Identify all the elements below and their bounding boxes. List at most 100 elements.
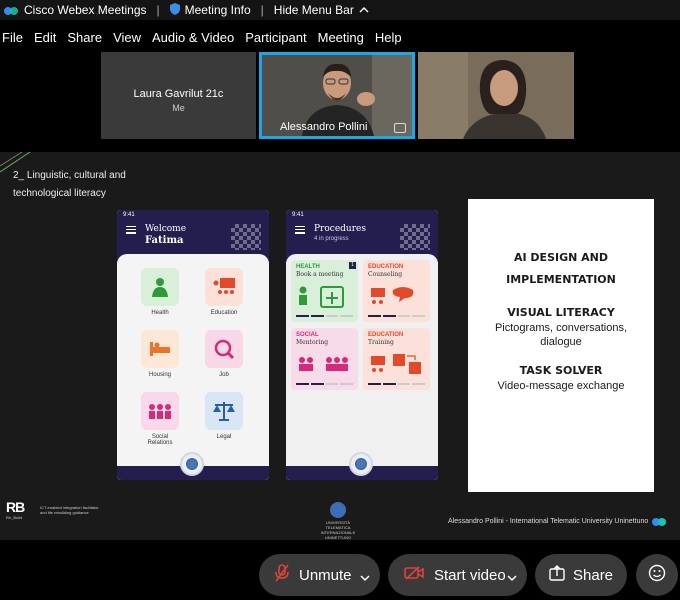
phone-body: Health Education Housing Job Social Rela… (117, 254, 269, 480)
card-progress (368, 315, 425, 317)
webex-logo-icon (4, 5, 18, 15)
procedure-card-counseling: EDUCATION Counseling (363, 260, 430, 322)
panel-heading: TASK SOLVER (519, 364, 603, 377)
chevron-down-icon[interactable] (360, 569, 370, 586)
procedure-card-mentoring: SOCIAL Mentoring (291, 328, 358, 390)
unmute-label: Unmute (299, 566, 352, 584)
category-label: Social Relations (147, 434, 173, 446)
globe-icon (180, 452, 204, 476)
phone-time: 9:41 (292, 212, 304, 218)
microphone-muted-icon (275, 564, 289, 586)
participant-name: Alessandro Pollini (280, 121, 368, 133)
menu-help[interactable]: Help (375, 30, 402, 45)
university-name: UNIVERSITÀ TELEMATICA INTERNAZIONALE UNI… (320, 520, 356, 540)
phone-greeting: Welcome (145, 224, 187, 234)
card-tag: SOCIAL (296, 332, 319, 338)
reactions-button[interactable] (636, 554, 678, 596)
menu-audio-video[interactable]: Audio & Video (152, 30, 234, 45)
header-pattern (231, 224, 261, 250)
card-tag: EDUCATION (368, 332, 404, 338)
logo-text: Re_Build (6, 515, 23, 520)
meeting-info-button[interactable]: Meeting Info (169, 2, 251, 18)
menu-view[interactable]: View (113, 30, 141, 45)
shared-slide: 2_ Linguistic, cultural and technologica… (0, 152, 680, 540)
share-button[interactable]: Share (535, 554, 627, 596)
calendar-icon (297, 284, 347, 311)
uninettuno-mini-logo-icon (652, 514, 666, 526)
header-pattern (400, 224, 430, 250)
card-title: Mentoring (296, 339, 329, 346)
procedure-card-training: EDUCATION Training (363, 328, 430, 390)
hamburger-icon (126, 226, 136, 236)
university-seal-icon (330, 502, 346, 518)
people-icon (141, 392, 179, 430)
chevron-down-icon[interactable] (507, 569, 517, 586)
slide-credit: Alessandro Pollini - International Telem… (448, 518, 649, 525)
category-job: Job (199, 330, 249, 378)
slide-info-panel: AI DESIGN AND IMPLEMENTATION VISUAL LITE… (468, 199, 654, 492)
participant-tile-alessandro[interactable]: Alessandro Pollini (259, 52, 415, 139)
category-label: Education (210, 310, 238, 316)
participant-me-label: Me (172, 103, 185, 113)
category-education: Education (199, 268, 249, 316)
share-indicator-icon (394, 123, 406, 133)
menu-meeting[interactable]: Meeting (318, 30, 364, 45)
phone-user-name: Fatima (145, 235, 184, 246)
slide-heading: 2_ Linguistic, cultural and technologica… (13, 167, 126, 203)
title-separator: | (156, 3, 160, 17)
share-label: Share (573, 566, 614, 584)
participant-tile-video[interactable] (418, 52, 574, 139)
phone-body: HEALTH Book a meeting 1 EDUCATION Counse… (286, 254, 438, 480)
start-video-button[interactable]: Start video (388, 554, 527, 596)
unmute-button[interactable]: Unmute (259, 554, 380, 596)
category-health: Health (135, 268, 185, 316)
bed-icon (141, 330, 179, 368)
menu-edit[interactable]: Edit (34, 30, 56, 45)
app-name: Cisco Webex Meetings (24, 3, 147, 17)
card-tag: HEALTH (296, 264, 320, 270)
category-social-relations: Social Relations (135, 392, 185, 446)
category-legal: Legal (199, 392, 249, 440)
university-logo: UNIVERSITÀ TELEMATICA INTERNAZIONALE UNI… (316, 502, 360, 540)
slide-heading-line: 2_ Linguistic, cultural and (13, 170, 126, 181)
card-tag: EDUCATION (368, 264, 404, 270)
participant-tile-laura[interactable]: Laura Gavrilut 21c Me (101, 52, 256, 139)
panel-title: AI DESIGN AND (513, 251, 608, 264)
category-label: Health (151, 310, 169, 316)
translation-icon (369, 352, 425, 379)
rebuild-logo: RB Re_Build ICT-enabled integration faci… (6, 499, 99, 520)
start-video-label: Start video (434, 566, 506, 584)
card-title: Counseling (368, 271, 403, 278)
phone-subtitle: 4 in progress (314, 236, 349, 242)
card-progress (368, 383, 425, 385)
procedure-card-health: HEALTH Book a meeting 1 (291, 260, 358, 322)
menu-share[interactable]: Share (67, 30, 102, 45)
share-screen-icon (549, 565, 565, 585)
phone-title: Procedures (314, 224, 366, 234)
phone-mockup-home: 9:41 Welcome Fatima Health Education Hou… (117, 210, 269, 480)
shield-icon (169, 2, 180, 18)
title-separator: | (260, 3, 264, 17)
participant-video (418, 52, 574, 139)
camera-off-icon (404, 566, 424, 584)
meeting-info-label: Meeting Info (184, 3, 251, 17)
people-icon (297, 352, 353, 379)
card-progress (296, 383, 353, 385)
logo-mark: RB (6, 499, 25, 515)
panel-text: dialogue (540, 336, 582, 348)
phone-mockup-procedures: 9:41 Procedures 4 in progress HEALTH Boo… (286, 210, 438, 480)
hide-menu-bar-button[interactable]: Hide Menu Bar (274, 3, 369, 17)
menu-bar: File Edit Share View Audio & Video Parti… (0, 26, 680, 48)
panel-text: Video-message exchange (497, 380, 625, 392)
hamburger-icon (295, 226, 305, 236)
hide-menu-bar-label: Hide Menu Bar (273, 3, 354, 17)
category-label: Housing (148, 372, 171, 378)
globe-icon (349, 452, 373, 476)
smiley-icon (648, 564, 666, 586)
classroom-icon (205, 268, 243, 306)
menu-participant[interactable]: Participant (245, 30, 306, 45)
card-title: Book a meeting (296, 271, 344, 278)
menu-file[interactable]: File (2, 30, 23, 45)
doctor-icon (141, 268, 179, 306)
card-progress (296, 315, 353, 317)
